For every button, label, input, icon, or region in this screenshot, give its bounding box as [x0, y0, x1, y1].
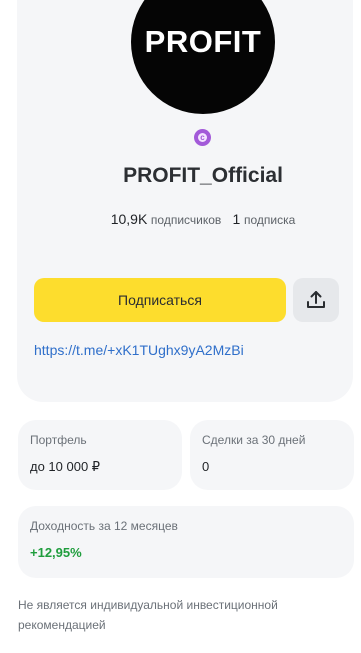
portfolio-card: Портфель до 10 000 ₽ — [18, 420, 182, 490]
deals-value: 0 — [202, 459, 210, 474]
share-upload-icon — [307, 291, 325, 308]
deals-card: Сделки за 30 дней 0 — [190, 420, 354, 490]
subscribers-count[interactable]: 10,9K — [111, 211, 148, 227]
follower-stats: 10,9K подписчиков 1 подписка — [17, 211, 361, 227]
yield-label: Доходность за 12 месяцев — [30, 519, 178, 533]
portfolio-value: до 10 000 ₽ — [30, 459, 101, 474]
avatar: PROFIT — [131, 0, 275, 114]
channel-link[interactable]: https://t.me/+xK1TUghx9yA2MzBi — [34, 342, 244, 358]
deals-label: Сделки за 30 дней — [202, 433, 306, 447]
subscribe-button[interactable]: Подписаться — [34, 278, 286, 322]
yield-card: Доходность за 12 месяцев +12,95% — [18, 506, 354, 578]
portfolio-label: Портфель — [30, 433, 87, 447]
share-button[interactable] — [293, 278, 339, 322]
avatar-logo-text: PROFIT — [144, 24, 262, 59]
subscriptions-count[interactable]: 1 — [233, 211, 241, 227]
yield-value: +12,95% — [30, 545, 82, 560]
author-badge-icon: c — [194, 129, 211, 146]
disclaimer-text: Не является индивидуальной инвестиционно… — [18, 598, 278, 632]
channel-name: PROFIT_Official — [123, 164, 283, 187]
subscribers-label[interactable]: подписчиков — [151, 213, 221, 227]
subscriptions-label[interactable]: подписка — [244, 213, 295, 227]
